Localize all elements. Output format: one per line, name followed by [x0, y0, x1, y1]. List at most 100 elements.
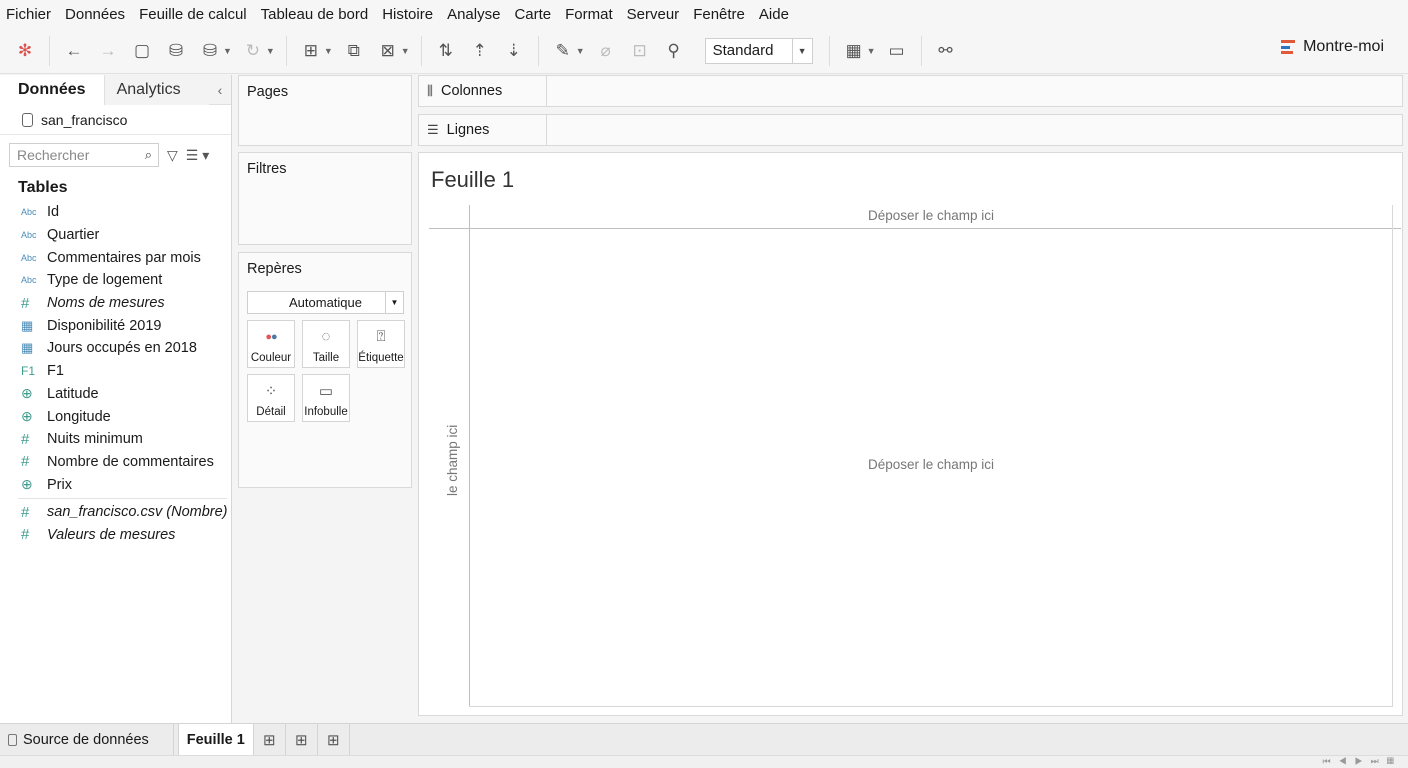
presentation-mode-icon[interactable]: ▭: [884, 38, 910, 64]
field-item[interactable]: # san_francisco.csv (Nombre): [0, 501, 231, 524]
string-type-icon: Abc: [21, 252, 37, 263]
fit-select-value: Standard: [712, 42, 774, 59]
pages-card[interactable]: Pages: [238, 75, 412, 146]
fit-select[interactable]: Standard ▼: [704, 37, 813, 64]
data-pane: Données Analytics ‹ san_francisco Recher…: [0, 75, 232, 723]
columns-shelf[interactable]: ⫼ Colonnes: [418, 75, 1403, 107]
field-item[interactable]: ▦ Disponibilité 2019: [0, 314, 231, 337]
collapse-pane-icon[interactable]: ‹: [209, 75, 231, 104]
color-button[interactable]: ●● Couleur: [247, 320, 295, 368]
drop-zone-columns[interactable]: Déposer le champ ici: [469, 208, 1393, 223]
group-members-icon[interactable]: ⌀: [593, 38, 619, 64]
filter-icon[interactable]: ▽: [167, 147, 178, 164]
toolbar-separator: [285, 35, 287, 66]
tab-data[interactable]: Données: [0, 75, 105, 105]
number-type-icon: #: [21, 503, 30, 521]
rows-label: ☰ Lignes: [419, 115, 547, 145]
new-worksheet-icon[interactable]: ⊞: [254, 723, 286, 756]
chevron-down-icon[interactable]: ▼: [324, 46, 333, 56]
pin-axes-icon[interactable]: ⚲: [661, 38, 687, 64]
highlight-icon[interactable]: ✎: [550, 38, 576, 64]
menu-help[interactable]: Aide: [759, 6, 789, 23]
menu-server[interactable]: Serveur: [627, 6, 680, 23]
rows-shelf[interactable]: ☰ Lignes: [418, 114, 1403, 146]
sort-ascending-icon[interactable]: ⇡: [467, 38, 493, 64]
number-type-icon: #: [21, 526, 30, 544]
detail-button[interactable]: ⁘ Détail: [247, 374, 295, 422]
field-item[interactable]: # Valeurs de mesures: [0, 524, 231, 547]
sheet-tab[interactable]: Feuille 1: [177, 723, 254, 756]
datasource-tab[interactable]: Source de données: [0, 723, 174, 756]
new-datasource-icon[interactable]: ⛁: [163, 38, 189, 64]
save-icon[interactable]: ▢: [129, 38, 155, 64]
field-item[interactable]: ⊕ Prix: [0, 473, 231, 496]
divider: [429, 228, 1401, 229]
show-me-button[interactable]: Montre-moi: [1281, 38, 1384, 56]
field-item[interactable]: # Nombre de commentaires: [0, 451, 231, 474]
field-item[interactable]: F1 F1: [0, 360, 231, 383]
chevron-down-icon[interactable]: ▼: [385, 292, 403, 313]
tooltip-button[interactable]: ▭ Infobulle: [302, 374, 350, 422]
menu-analysis[interactable]: Analyse: [447, 6, 500, 23]
search-row: Rechercher ⌕ ▽ ☰ ▾: [0, 135, 231, 175]
number-type-icon: #: [21, 453, 30, 471]
drop-zone-center[interactable]: Déposer le champ ici: [469, 457, 1393, 472]
chevron-down-icon[interactable]: ▼: [401, 46, 410, 56]
new-story-icon[interactable]: ⊞: [318, 723, 350, 756]
chevron-down-icon[interactable]: ▼: [576, 46, 585, 56]
chevron-down-icon[interactable]: ▼: [223, 46, 232, 56]
menu-file[interactable]: Fichier: [6, 6, 51, 23]
chevron-down-icon[interactable]: ▼: [266, 46, 275, 56]
field-item[interactable]: ⊕ Latitude: [0, 383, 231, 406]
mark-type-select[interactable]: Automatique ▼: [247, 291, 404, 314]
sort-descending-icon[interactable]: ⇣: [501, 38, 527, 64]
drop-zone-rows[interactable]: le champ ici: [445, 425, 460, 496]
color-label: Couleur: [250, 352, 292, 364]
duplicate-sheet-icon[interactable]: ⧉: [341, 38, 367, 64]
show-cards-icon[interactable]: ▦: [841, 38, 867, 64]
sheet-title[interactable]: Feuille 1: [431, 167, 514, 193]
field-item[interactable]: Abc Type de logement: [0, 269, 231, 292]
view-options-icon[interactable]: ☰ ▾: [186, 147, 209, 164]
undo-icon[interactable]: ←: [61, 38, 87, 64]
field-item[interactable]: ▦ Jours occupés en 2018: [0, 337, 231, 360]
field-item[interactable]: Abc Id: [0, 201, 231, 224]
share-icon[interactable]: ⚯: [933, 38, 959, 64]
label-button[interactable]: ⍰ Étiquette: [357, 320, 405, 368]
field-item[interactable]: # Noms de mesures: [0, 292, 231, 315]
new-dashboard-icon[interactable]: ⊞: [286, 723, 318, 756]
show-labels-icon[interactable]: ⊡: [627, 38, 653, 64]
size-button[interactable]: ◌ Taille: [302, 320, 350, 368]
sheet-navigation-icon[interactable]: ⏮◀▶⏭▦: [1323, 756, 1402, 767]
tableau-logo-icon[interactable]: ✻: [12, 38, 38, 64]
field-item[interactable]: # Nuits minimum: [0, 428, 231, 451]
tables-heading: Tables: [18, 179, 68, 196]
clear-sheet-icon[interactable]: ⊠: [375, 38, 401, 64]
menu-data[interactable]: Données: [65, 6, 125, 23]
tab-analytics[interactable]: Analytics: [104, 75, 209, 105]
menu-story[interactable]: Histoire: [382, 6, 433, 23]
chevron-down-icon[interactable]: ▼: [791, 38, 812, 63]
refresh-icon[interactable]: ↻: [240, 38, 266, 64]
chevron-down-icon[interactable]: ▼: [867, 46, 876, 56]
search-input[interactable]: Rechercher ⌕: [9, 143, 159, 167]
menu-map[interactable]: Carte: [514, 6, 551, 23]
field-item[interactable]: Abc Quartier: [0, 224, 231, 247]
filters-card[interactable]: Filtres: [238, 152, 412, 245]
data-pane-tabs: Données Analytics ‹: [0, 75, 231, 105]
swap-axes-icon[interactable]: ⇅: [433, 38, 459, 64]
field-item[interactable]: Abc Commentaires par mois: [0, 246, 231, 269]
menu-dashboard[interactable]: Tableau de bord: [261, 6, 369, 23]
detail-icon: ⁘: [264, 382, 278, 400]
toolbar: ✻ ← → ▢ ⛁ ⛁ ▼ ↻ ▼ ⊞ ▼ ⧉ ⊠ ▼ ⇅ ⇡ ⇣ ✎ ▼ ⌀ ⊡ ⚲ S…: [0, 28, 1408, 74]
menu-worksheet[interactable]: Feuille de calcul: [139, 6, 247, 23]
pause-updates-icon[interactable]: ⛁: [197, 38, 223, 64]
detail-label: Détail: [256, 406, 286, 418]
menu-format[interactable]: Format: [565, 6, 613, 23]
menu-window[interactable]: Fenêtre: [693, 6, 745, 23]
field-item[interactable]: ⊕ Longitude: [0, 405, 231, 428]
divider: [18, 497, 227, 499]
redo-icon[interactable]: →: [95, 38, 121, 64]
datasource-item[interactable]: san_francisco: [0, 105, 231, 135]
new-worksheet-icon[interactable]: ⊞: [298, 38, 324, 64]
